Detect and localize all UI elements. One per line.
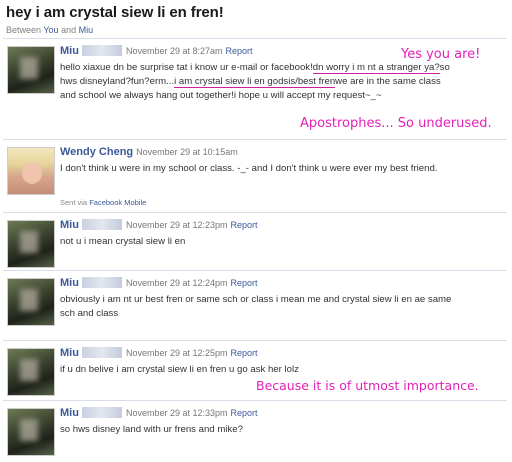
- message-text: not u i mean crystal siew li en: [60, 236, 186, 247]
- underlined-text: i am crystal siew li en godsis/best fren: [174, 76, 336, 88]
- name-obscured: [81, 347, 122, 358]
- avatar[interactable]: [7, 408, 55, 456]
- sender-name[interactable]: Miu: [60, 277, 79, 289]
- between-prefix: Between: [6, 25, 44, 35]
- message-item: Wendy Cheng November 29 at 10:15am I don'…: [3, 139, 507, 212]
- sent-via-link[interactable]: Facebook Mobile: [89, 198, 146, 207]
- name-obscured: [81, 45, 122, 56]
- timestamp: November 29 at 12:25pm: [125, 348, 228, 358]
- message-text: hello xiaxue dn be surprise tat i know u…: [60, 61, 455, 103]
- thread-header: hey i am crystal siew li en fren! Betwee…: [6, 4, 506, 35]
- report-link[interactable]: Report: [231, 220, 258, 230]
- avatar[interactable]: [7, 147, 55, 195]
- timestamp: November 29 at 12:23pm: [125, 220, 228, 230]
- message-text: I don't think u were in my school or cla…: [60, 163, 438, 174]
- annotation-yes-you-are: Yes you are!: [401, 47, 481, 62]
- sender-name[interactable]: Wendy Cheng: [60, 146, 133, 158]
- participant-other-link[interactable]: Miu: [79, 25, 94, 35]
- sender-name[interactable]: Miu: [60, 347, 79, 359]
- message-meta: Miu November 29 at 12:33pm Report: [60, 407, 258, 419]
- and-word: and: [58, 25, 79, 35]
- message-meta: Miu November 29 at 12:25pm Report: [60, 347, 258, 359]
- message-item: Miu November 29 at 12:23pm Report not u i …: [3, 212, 507, 270]
- timestamp: November 29 at 10:15am: [136, 147, 238, 157]
- avatar[interactable]: [7, 278, 55, 326]
- sent-via-prefix: Sent via: [60, 198, 90, 207]
- name-obscured: [81, 219, 122, 230]
- underlined-text: dn worry i m nt a stranger ya?: [312, 62, 440, 74]
- sender-name[interactable]: Miu: [60, 45, 79, 57]
- thread-participants: Between You and Miu: [6, 25, 506, 35]
- participant-you-link[interactable]: You: [43, 25, 58, 35]
- message-item: Miu November 29 at 12:33pm Report so hws d…: [3, 400, 507, 462]
- name-obscured: [81, 277, 122, 288]
- message-text-part: hello xiaxue dn be surprise tat i know u…: [60, 62, 313, 73]
- timestamp: November 29 at 12:24pm: [125, 278, 228, 288]
- timestamp: November 29 at 8:27am: [125, 46, 223, 56]
- report-link[interactable]: Report: [231, 348, 258, 358]
- annotation-apostrophes: Apostrophes... So underused.: [300, 116, 492, 131]
- message-meta: Miu November 29 at 12:24pm Report: [60, 277, 258, 289]
- timestamp: November 29 at 12:33pm: [125, 408, 228, 418]
- report-link[interactable]: Report: [226, 46, 253, 56]
- thread-title: hey i am crystal siew li en fren!: [6, 4, 224, 21]
- message-text: so hws disney land with ur frens and mik…: [60, 424, 243, 435]
- message-meta: Miu November 29 at 8:27am Report: [60, 45, 253, 57]
- name-obscured: [81, 407, 122, 418]
- message-text: if u dn belive i am crystal siew li en f…: [60, 364, 299, 375]
- report-link[interactable]: Report: [231, 278, 258, 288]
- message-item: Miu November 29 at 12:24pm Report obviousl…: [3, 270, 507, 340]
- annotation-utmost-importance: Because it is of utmost importance.: [256, 378, 479, 393]
- sender-name[interactable]: Miu: [60, 219, 79, 231]
- sender-name[interactable]: Miu: [60, 407, 79, 419]
- avatar[interactable]: [7, 348, 55, 396]
- message-text: obviously i am nt ur best fren or same s…: [60, 294, 452, 319]
- report-link[interactable]: Report: [231, 408, 258, 418]
- avatar[interactable]: [7, 220, 55, 268]
- avatar[interactable]: [7, 46, 55, 94]
- message-meta: Wendy Cheng November 29 at 10:15am: [60, 146, 238, 158]
- sent-via: Sent via Facebook Mobile: [60, 198, 146, 207]
- message-meta: Miu November 29 at 12:23pm Report: [60, 219, 258, 231]
